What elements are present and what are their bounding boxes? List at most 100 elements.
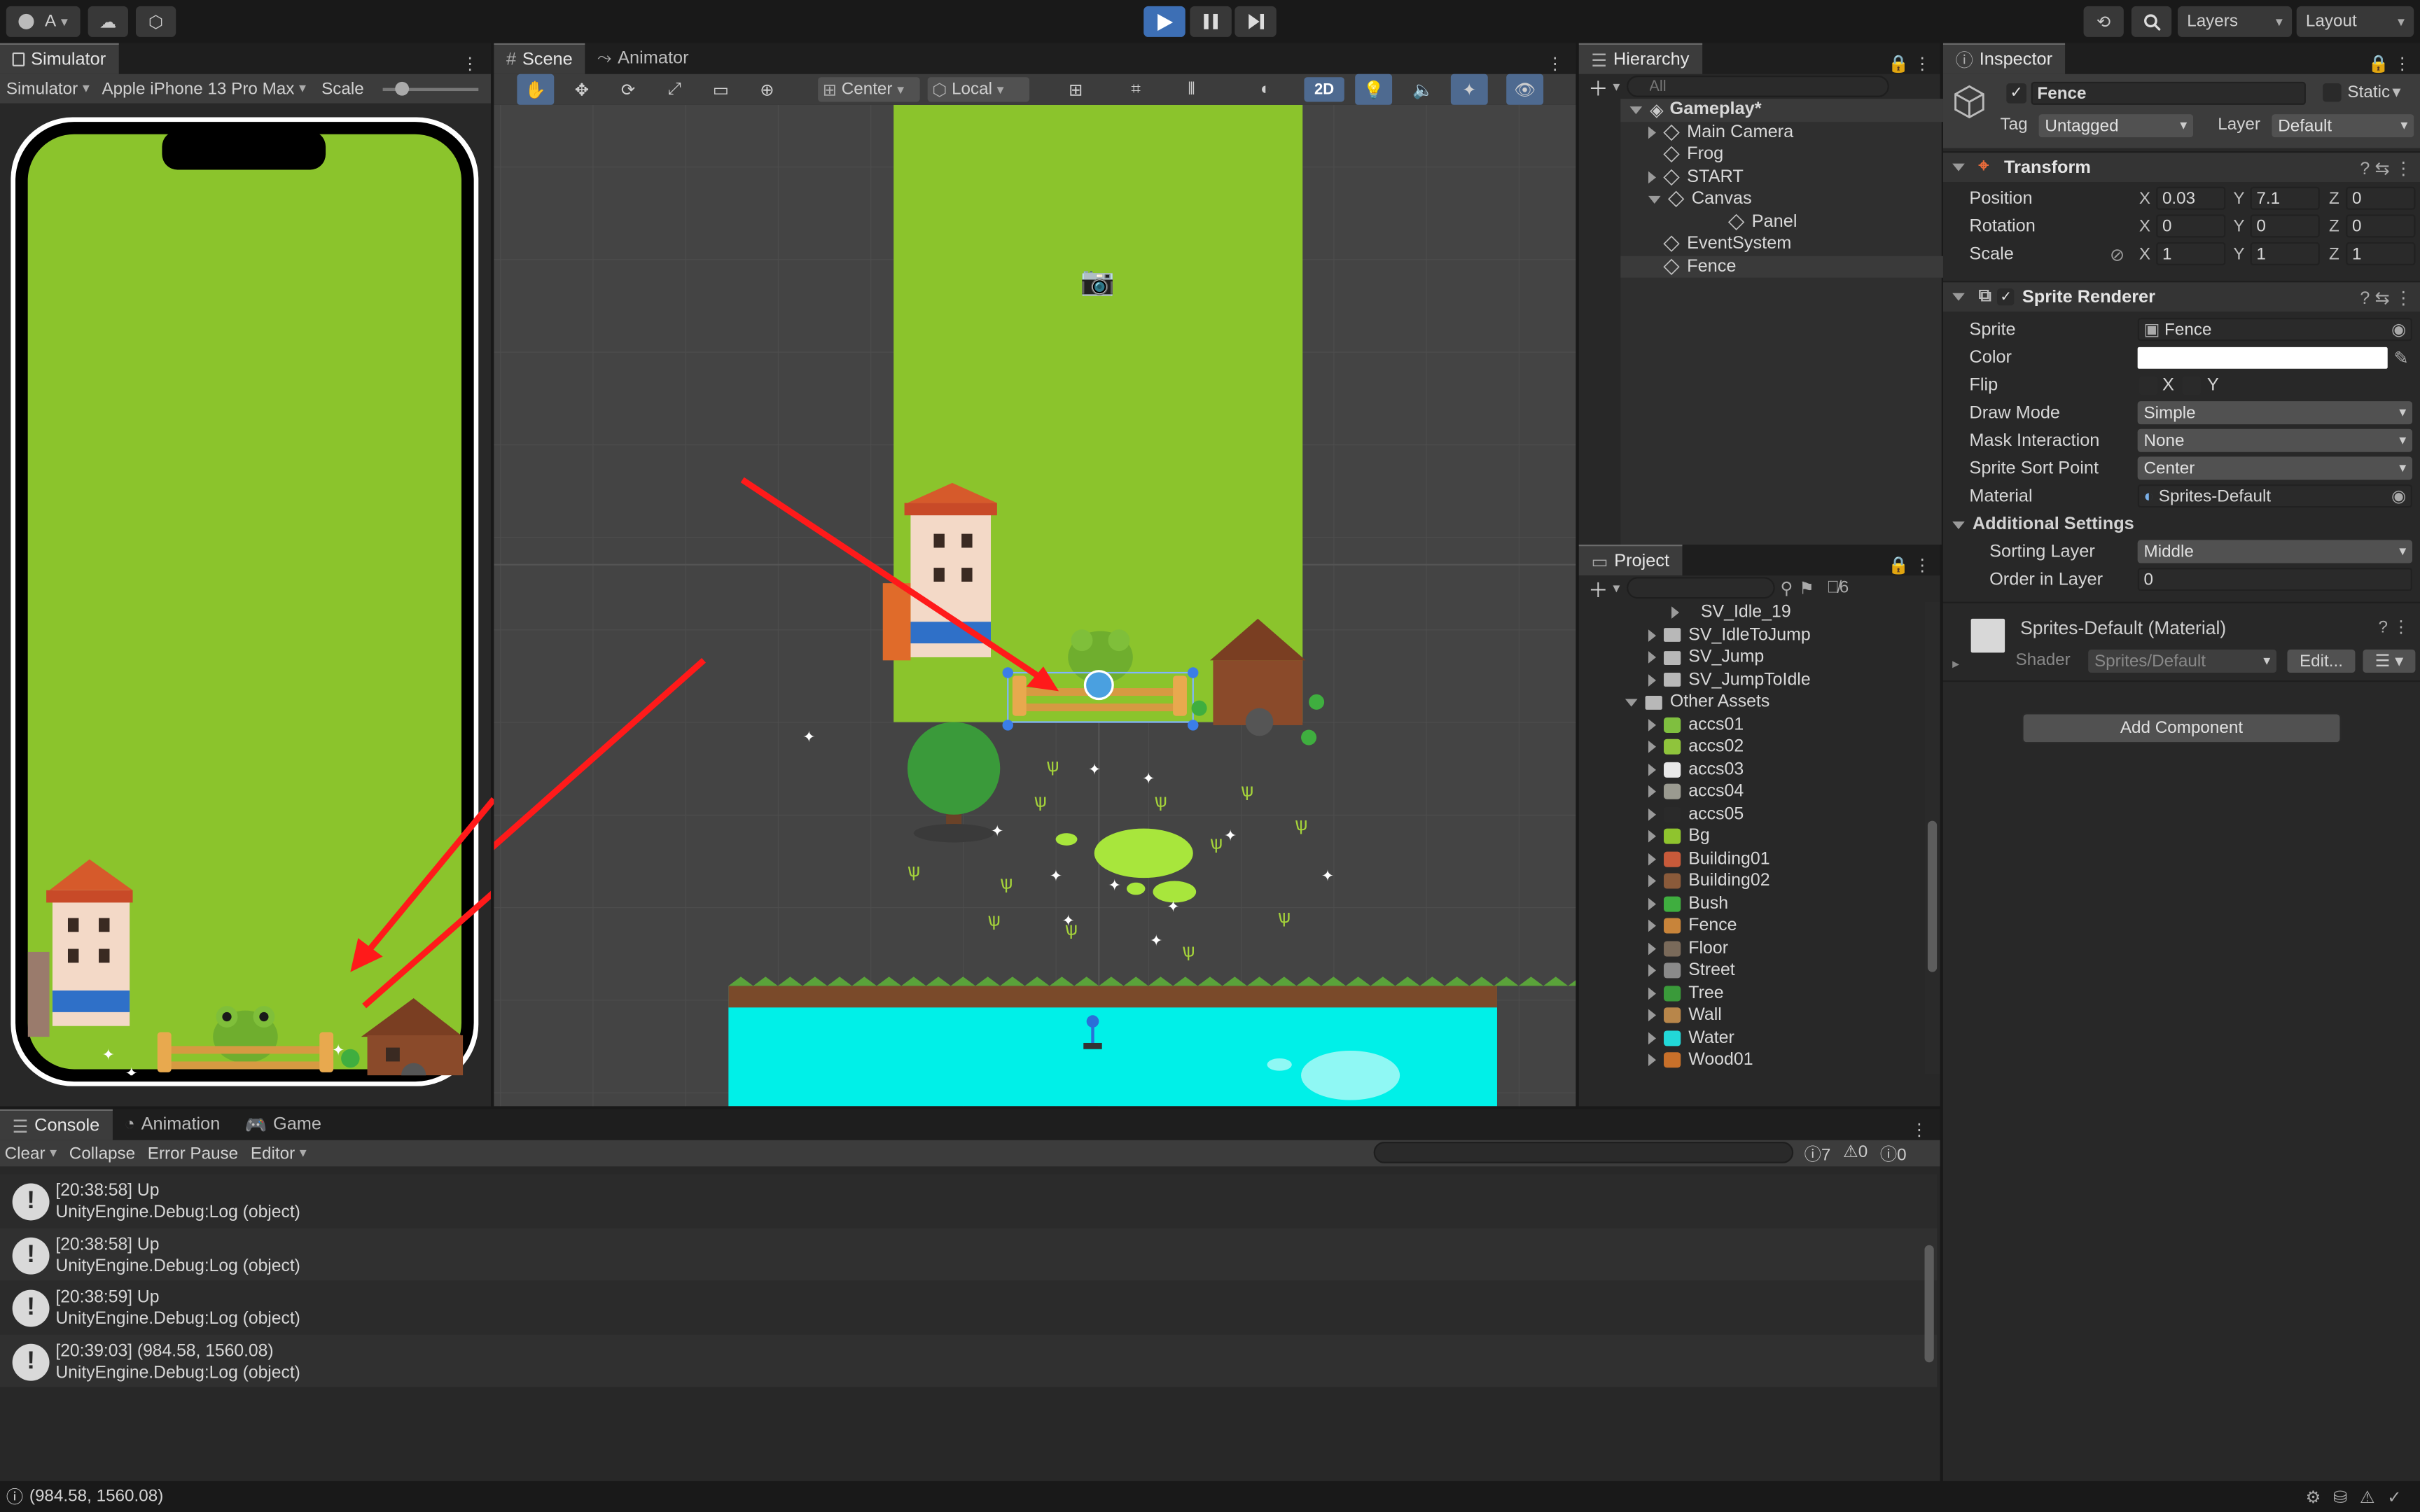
object-picker-icon[interactable]: ◉ <box>2391 319 2406 339</box>
flip-x-checkbox[interactable] <box>2139 376 2158 396</box>
draw-mode-dropdown[interactable]: Simple <box>2137 401 2413 425</box>
position-z-field[interactable]: 0 <box>2346 186 2416 210</box>
position-y-field[interactable]: 7.1 <box>2250 186 2320 210</box>
expand-arrow-icon[interactable] <box>1648 965 1656 977</box>
space-dropdown[interactable]: ⬡ Local <box>927 77 1030 102</box>
project-item[interactable]: Street <box>1579 960 1921 982</box>
tab-game[interactable]: 🎮 Game <box>232 1110 334 1140</box>
expand-arrow-icon[interactable] <box>1648 987 1656 1000</box>
project-item[interactable]: Fence <box>1579 915 1921 937</box>
rect-tool-icon[interactable]: ▭ <box>702 74 739 105</box>
tab-console[interactable]: ☰ Console <box>0 1109 112 1140</box>
static-dropdown-icon[interactable]: ▾ <box>2392 82 2400 102</box>
component-menu-icons[interactable]: ? ⇆ ⋮ <box>2360 286 2420 307</box>
scale-x-field[interactable]: 1 <box>2156 242 2226 266</box>
rotate-tool-icon[interactable]: ⟳ <box>610 74 647 105</box>
hierarchy-item[interactable]: Main Camera <box>1620 121 1984 144</box>
kebab-menu-icon[interactable]: ⋮ <box>1547 54 1576 74</box>
search-icon[interactable] <box>2131 6 2172 37</box>
hierarchy-item[interactable]: Panel <box>1620 211 1984 233</box>
position-x-field[interactable]: 0.03 <box>2156 186 2226 210</box>
status-message[interactable]: (984.58, 1560.08) <box>29 1488 163 1506</box>
material-object-field[interactable]: ◐ Sprites-Default ◉ <box>2137 484 2413 508</box>
log-entry[interactable]: ! [20:38:58] Up UnityEngine.Debug:Log (obj… <box>0 1227 1938 1281</box>
rotation-z-field[interactable]: 0 <box>2346 214 2416 238</box>
tab-hierarchy[interactable]: ☰ Hierarchy <box>1578 43 1702 74</box>
scale-tool-icon[interactable]: ⤢ <box>656 74 693 105</box>
draw-mode-icon[interactable]: ◐ <box>1247 74 1284 105</box>
expand-arrow-icon[interactable] <box>1625 698 1638 706</box>
project-item[interactable]: Bg <box>1579 825 1921 848</box>
expand-arrow-icon[interactable] <box>1648 785 1656 799</box>
project-item[interactable]: SV_Idle_19 <box>1579 602 1921 624</box>
hierarchy-item[interactable]: Fence <box>1620 255 1985 278</box>
scale-y-field[interactable]: 1 <box>2250 242 2320 266</box>
flip-y-checkbox[interactable] <box>2182 376 2202 396</box>
project-item[interactable]: Floor <box>1579 937 1921 960</box>
tab-animator[interactable]: ⤳ Animator <box>585 43 701 74</box>
console-scrollbar[interactable] <box>1921 1171 1937 1375</box>
status-icons[interactable]: ⚙⛁⚠✓ <box>2306 1487 2420 1506</box>
tab-inspector[interactable]: ⓘ Inspector <box>1942 43 2065 74</box>
project-scrollbar[interactable] <box>1924 601 1940 1074</box>
expand-arrow-icon[interactable] <box>1648 126 1656 139</box>
project-item[interactable]: Wood01 <box>1579 1049 1921 1072</box>
sprite-renderer-header[interactable]: ⧉ ✓ Sprite Renderer ? ⇆ ⋮ <box>1942 281 2420 312</box>
audio-toggle-icon[interactable]: 🔈 <box>1405 74 1442 105</box>
project-item[interactable]: SV_Jump <box>1579 647 1921 669</box>
static-checkbox[interactable] <box>2323 83 2342 102</box>
expand-arrow-icon[interactable] <box>1648 195 1661 204</box>
transform-tool-icon[interactable]: ⊕ <box>749 74 786 105</box>
rotation-y-field[interactable]: 0 <box>2250 214 2320 238</box>
filter-type-icon[interactable]: ⚲ <box>1781 578 1793 598</box>
expand-arrow-icon[interactable] <box>1648 1031 1656 1044</box>
expand-arrow-icon[interactable] <box>1648 830 1656 843</box>
project-item[interactable]: Water <box>1579 1027 1921 1049</box>
additional-settings-row[interactable]: Additional Settings <box>1943 511 2420 539</box>
kebab-menu-icon[interactable]: ⋮ <box>1911 1120 1940 1140</box>
expand-arrow-icon[interactable] <box>1648 853 1656 865</box>
mask-dropdown[interactable]: None <box>2137 428 2413 452</box>
expand-arrow-icon[interactable] <box>1648 942 1656 955</box>
project-item[interactable]: SV_IdleToJump <box>1579 624 1921 647</box>
project-item[interactable]: SV_JumpToIdle <box>1579 668 1921 691</box>
expand-arrow-icon[interactable] <box>1648 171 1656 183</box>
enabled-checkbox[interactable]: ✓ <box>1997 288 2015 306</box>
hidden-packages-icon[interactable]: 👁̸6 <box>1827 579 1849 597</box>
object-picker-icon[interactable]: ◉ <box>2391 486 2406 505</box>
project-item[interactable]: Bush <box>1579 892 1921 915</box>
tab-scene[interactable]: # Scene <box>494 43 585 74</box>
scale-z-field[interactable]: 1 <box>2346 242 2416 266</box>
expand-arrow-icon[interactable] <box>1648 673 1656 687</box>
shader-menu-icon[interactable]: ☰ ▾ <box>2363 649 2416 673</box>
error-count-toggle[interactable]: ⓘ0 <box>1880 1142 1907 1166</box>
hierarchy-item[interactable]: EventSystem <box>1620 233 1984 255</box>
expand-arrow-icon[interactable] <box>1648 920 1656 932</box>
component-menu-icons[interactable]: ? ⇆ ⋮ <box>2360 157 2420 178</box>
play-button[interactable] <box>1143 6 1185 37</box>
active-checkbox[interactable]: ✓ <box>2006 83 2026 104</box>
sorting-layer-dropdown[interactable]: Middle <box>2137 540 2413 564</box>
log-count-toggle[interactable]: ⓘ7 <box>1804 1142 1831 1166</box>
lock-icon[interactable]: 🔒 ⋮ <box>1888 555 1940 575</box>
project-item[interactable]: accs02 <box>1579 736 1921 758</box>
tab-animation[interactable]: ◔ Animation <box>112 1110 232 1140</box>
expand-arrow-icon[interactable] <box>1648 1054 1656 1067</box>
expand-arrow-icon[interactable] <box>1648 718 1656 732</box>
edit-shader-button[interactable]: Edit... <box>2287 649 2356 673</box>
create-asset-dropdown[interactable]: ＋ <box>1588 573 1620 603</box>
expand-arrow-icon[interactable] <box>1648 808 1656 821</box>
component-menu-icons[interactable]: ? ⋮ <box>2379 617 2409 637</box>
project-search-input[interactable] <box>1626 577 1774 599</box>
layout-dropdown[interactable]: Layout <box>2296 6 2414 37</box>
hierarchy-item[interactable]: START <box>1620 166 1984 188</box>
snap-settings-icon[interactable]: ⦀ <box>1173 74 1210 105</box>
project-item[interactable]: Other Assets <box>1579 691 1921 713</box>
project-item[interactable]: Wall <box>1579 1004 1921 1027</box>
expand-arrow-icon[interactable] <box>1648 651 1656 664</box>
hierarchy-item[interactable]: Frog <box>1620 144 1984 166</box>
scene-root-row[interactable]: ◈ Gameplay* <box>1620 99 1985 122</box>
hand-tool-icon[interactable]: ✋ <box>517 74 555 105</box>
object-name-field[interactable]: Fence <box>2031 81 2306 105</box>
project-item[interactable]: accs01 <box>1579 713 1921 736</box>
